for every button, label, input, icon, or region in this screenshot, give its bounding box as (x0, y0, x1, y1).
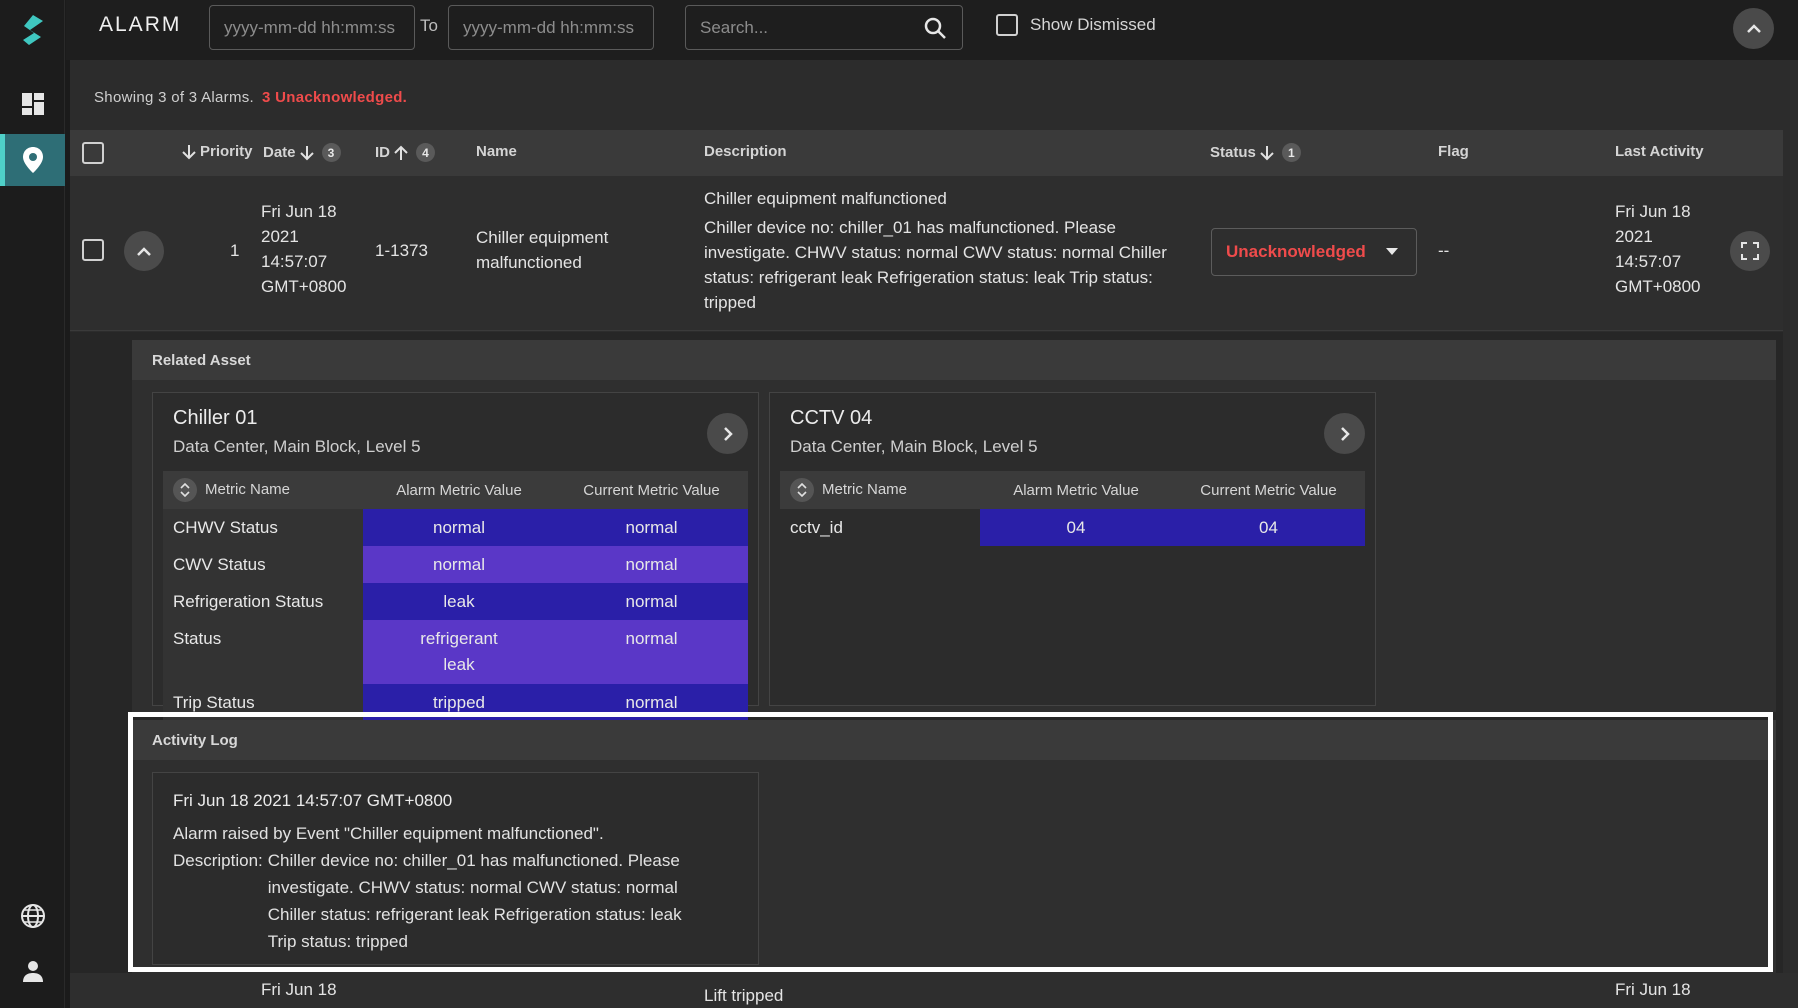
activity-log-panel: Activity Log Fri Jun 18 2021 14:57:07 GM… (132, 720, 1776, 976)
alarm-name: Chiller equipment malfunctioned (476, 228, 609, 272)
sort-order-badge: 1 (1281, 143, 1301, 162)
metric-row: cctv_id 04 04 (780, 509, 1365, 546)
app-logo-icon[interactable] (0, 4, 65, 56)
column-priority[interactable]: Priority (182, 143, 253, 160)
search-icon[interactable] (924, 17, 946, 44)
arrow-down-icon (299, 145, 314, 160)
show-dismissed-label: Show Dismissed (1030, 15, 1156, 34)
alarm-value-header: Alarm Metric Value (980, 471, 1172, 509)
show-dismissed-checkbox[interactable] (996, 14, 1018, 36)
row-checkbox[interactable] (82, 239, 104, 261)
alarm-detail: Related Asset Chiller 01 Data Center, Ma… (70, 332, 1783, 998)
chevron-right-icon (1340, 426, 1350, 441)
date-to-label: To (420, 16, 438, 35)
globe-icon[interactable] (0, 890, 65, 942)
fullscreen-icon (1741, 242, 1759, 260)
alarm-value-header: Alarm Metric Value (363, 471, 555, 509)
metric-row: Status refrigerant leak normal (163, 620, 748, 684)
arrow-down-icon (182, 144, 196, 159)
current-value-header: Current Metric Value (1172, 471, 1365, 509)
alarm-list: Showing 3 of 3 Alarms. 3 Unacknowledged. … (70, 60, 1798, 1008)
open-asset-button[interactable] (707, 413, 748, 454)
log-description: Description: Chiller device no: chiller_… (173, 851, 682, 951)
asset-name: Chiller 01 (173, 407, 258, 429)
column-flag[interactable]: Flag (1438, 143, 1469, 160)
show-dismissed-toggle[interactable]: Show Dismissed (996, 14, 1156, 36)
date-from-input[interactable] (209, 5, 415, 50)
log-message: Alarm raised by Event "Chiller equipment… (173, 824, 604, 843)
sidebar (0, 0, 65, 1008)
alarm-priority: 1 (230, 241, 240, 260)
table-header: Priority Date 3 ID 4 Name Description St… (70, 130, 1783, 176)
column-date[interactable]: Date 3 (261, 143, 341, 162)
asset-name: CCTV 04 (790, 407, 873, 429)
table-row[interactable]: 1 Fri Jun 18 2021 14:57:07 GMT+0800 1-1373 … (70, 176, 1783, 331)
activity-log-entry: Fri Jun 18 2021 14:57:07 GMT+0800 Alarm … (152, 772, 759, 965)
alarm-summary: Showing 3 of 3 Alarms. 3 Unacknowledged. (94, 89, 407, 106)
column-id[interactable]: ID 4 (375, 143, 435, 162)
asset-location: Data Center, Main Block, Level 5 (790, 437, 1038, 456)
column-description[interactable]: Description (704, 143, 787, 160)
sort-icon (173, 478, 197, 502)
unacknowledged-count: 3 Unacknowledged. (262, 89, 408, 106)
metric-table: Metric Name Alarm Metric Value Current M… (163, 471, 748, 721)
column-status[interactable]: Status 1 (1210, 143, 1301, 162)
metric-name-header[interactable]: Metric Name (780, 471, 980, 509)
chevron-right-icon (723, 426, 733, 441)
metric-row: Trip Status tripped normal (163, 684, 748, 721)
metric-row: CWV Status normal normal (163, 546, 748, 583)
status-value: Unacknowledged (1226, 242, 1366, 261)
arrow-down-icon (1260, 145, 1274, 160)
table-row[interactable]: Fri Jun 18 Lift tripped Fri Jun 18 (70, 973, 1798, 1008)
chevron-up-icon (137, 246, 151, 256)
sort-order-badge: 4 (416, 143, 435, 162)
collapse-up-button[interactable] (1733, 8, 1774, 49)
search-input[interactable] (686, 6, 916, 49)
caret-down-icon (1386, 248, 1398, 255)
activity-log-heading: Activity Log (132, 720, 1776, 760)
select-all-checkbox[interactable] (82, 142, 104, 164)
sort-order-badge: 3 (321, 143, 341, 162)
current-value-header: Current Metric Value (555, 471, 748, 509)
column-name[interactable]: Name (476, 143, 517, 160)
date-to-input[interactable] (448, 5, 654, 50)
alarm-id: 1-1373 (375, 241, 428, 260)
dashboard-icon[interactable] (0, 78, 65, 130)
search-box (685, 5, 963, 50)
log-timestamp: Fri Jun 18 2021 14:57:07 GMT+0800 (173, 791, 453, 810)
alarm-date: Fri Jun 18 2021 14:57:07 GMT+0800 (261, 202, 347, 296)
page-title: ALARM (99, 13, 182, 36)
expand-row-button[interactable] (124, 231, 164, 271)
related-asset-panel: Related Asset Chiller 01 Data Center, Ma… (132, 340, 1776, 721)
related-asset-heading: Related Asset (132, 340, 1776, 380)
status-dropdown[interactable]: Unacknowledged (1211, 228, 1417, 276)
metric-row: CHWV Status normal normal (163, 509, 748, 546)
asset-location: Data Center, Main Block, Level 5 (173, 437, 421, 456)
metric-table: Metric Name Alarm Metric Value Current M… (780, 471, 1365, 546)
open-asset-button[interactable] (1324, 413, 1365, 454)
arrow-up-icon (394, 145, 408, 160)
top-bar: ALARM To Show Dismissed (66, 0, 1798, 60)
alarm-flag: -- (1438, 241, 1450, 260)
map-pin-icon[interactable] (0, 134, 65, 186)
asset-card: CCTV 04 Data Center, Main Block, Level 5… (769, 392, 1376, 706)
alarm-last-activity: Fri Jun 18 2021 14:57:07 GMT+0800 (1615, 202, 1701, 296)
sort-icon (790, 478, 814, 502)
metric-name-header[interactable]: Metric Name (163, 471, 363, 509)
showing-count: Showing 3 of 3 Alarms. (94, 89, 255, 106)
chevron-up-icon (1746, 23, 1761, 33)
column-last-activity[interactable]: Last Activity (1615, 143, 1704, 160)
user-icon[interactable] (0, 945, 65, 997)
asset-card: Chiller 01 Data Center, Main Block, Leve… (152, 392, 759, 721)
fullscreen-button[interactable] (1730, 231, 1770, 271)
alarm-description: Chiller equipment malfunctioned Chiller … (704, 189, 1167, 312)
metric-row: Refrigeration Status leak normal (163, 583, 748, 620)
